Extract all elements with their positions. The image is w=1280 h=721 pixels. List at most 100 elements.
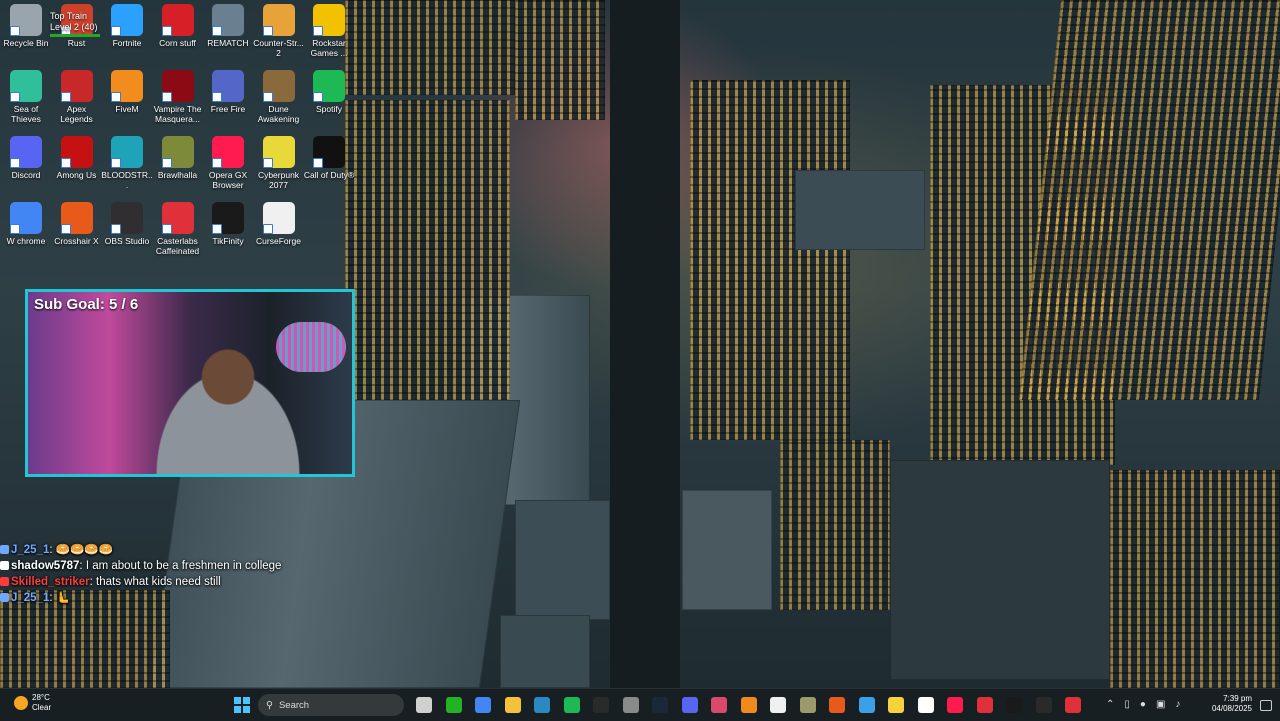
- desktop-icon-fivem[interactable]: FiveM: [101, 70, 153, 114]
- xbox-gamebar-icon[interactable]: [1035, 697, 1052, 713]
- desktop-icon-cyberpunk[interactable]: Cyberpunk 2077: [253, 136, 305, 190]
- battery-icon[interactable]: ▯: [1124, 699, 1130, 710]
- fivem-icon: [111, 70, 143, 102]
- desktop-icon-among-us[interactable]: Among Us: [51, 136, 103, 180]
- desktop-icon-apex[interactable]: Apex Legends: [51, 70, 103, 124]
- desktop-icon-spotify[interactable]: Spotify: [303, 70, 355, 114]
- chat-badge-icon: [0, 545, 9, 554]
- notification-icon[interactable]: [1260, 700, 1272, 711]
- desktop-icon-recycle-bin[interactable]: Recycle Bin: [0, 4, 52, 48]
- desktop-icon-rockstar[interactable]: Rockstar Games ...: [303, 4, 355, 58]
- desktop-icon-label: Cyberpunk 2077: [257, 170, 300, 190]
- desktop-icon-call-of-duty[interactable]: Call of Duty®: [303, 136, 355, 180]
- microphone-icon[interactable]: ●: [1140, 699, 1146, 710]
- volume-icon[interactable]: ♪: [1175, 699, 1180, 710]
- desktop-icon-chrome[interactable]: W chrome: [0, 202, 52, 246]
- desktop-icon-casterlabs[interactable]: Casterlabs Caffeinated: [152, 202, 204, 256]
- weather-description: Clear: [32, 703, 52, 712]
- desktop-icon-rematch[interactable]: REMATCH: [202, 4, 254, 48]
- casterlabs-caffeinated-taskbar-icon[interactable]: [1065, 697, 1081, 713]
- desktop-icon-label: Crosshair X: [54, 236, 99, 246]
- discord-taskbar-icon[interactable]: [681, 697, 698, 713]
- desktop-icon-label: Casterlabs Caffeinated: [155, 236, 200, 256]
- tikfinity-taskbar-icon[interactable]: [1006, 697, 1022, 713]
- chat-message: J_25_1: 🥯🥯🥯🥯: [0, 542, 281, 558]
- obs-taskbar-icon[interactable]: [917, 697, 934, 713]
- desktop-icon-opera-gx[interactable]: Opera GX Browser: [202, 136, 254, 190]
- desktop-icon-label: BLOODSTR...: [101, 170, 153, 190]
- desktop-icon-label: Rust: [67, 38, 86, 48]
- vlc-icon[interactable]: [740, 697, 757, 713]
- vampire-icon: [161, 70, 194, 102]
- photos-icon[interactable]: [858, 697, 875, 713]
- chat-separator: :: [49, 544, 53, 556]
- taskbar-search[interactable]: ⚲ Search: [258, 694, 404, 716]
- steam-icon[interactable]: [652, 697, 668, 713]
- corn-stuff-icon: [161, 4, 194, 36]
- obs-studio-icon: [111, 202, 143, 234]
- desktop-icon-label: Fortnite: [112, 38, 142, 48]
- chrome-icon: [10, 202, 42, 234]
- desktop-icon-label: Opera GX Browser: [208, 170, 248, 190]
- spotify-icon: [313, 70, 345, 102]
- desktop-icon-counter-strike[interactable]: Counter-Str... 2: [253, 4, 305, 58]
- casterlabs-taskbar-icon[interactable]: [976, 697, 993, 713]
- opera-gx-taskbar-icon[interactable]: [947, 697, 963, 713]
- chat-message: shadow5787: I am about to be a freshmen …: [0, 558, 281, 574]
- chrome-taskbar-icon[interactable]: [475, 697, 491, 713]
- desktop-icon-label: CurseForge: [256, 236, 301, 246]
- chevron-up-icon[interactable]: ⌃: [1106, 699, 1114, 710]
- network-icon[interactable]: ▣: [1156, 699, 1165, 710]
- start-button[interactable]: [234, 697, 250, 713]
- desktop-icon-label: TikFinity: [212, 236, 244, 246]
- desktop-icon-dune[interactable]: Dune Awakening: [253, 70, 305, 124]
- top-train-title: Top Train: [50, 11, 88, 21]
- desktop-icon-curseforge[interactable]: CurseForge: [253, 202, 305, 246]
- desktop-icon-fortnite[interactable]: Fortnite: [101, 4, 153, 48]
- desktop-icon-obs-studio[interactable]: OBS Studio: [101, 202, 153, 246]
- desktop-icon-vampire[interactable]: Vampire The Masquera...: [152, 70, 204, 124]
- search-placeholder: Search: [278, 699, 310, 711]
- settings-icon[interactable]: [799, 697, 816, 713]
- search-icon: ⚲: [266, 699, 273, 711]
- epic-games-icon[interactable]: [593, 697, 609, 713]
- desktop-icon-tikfinity[interactable]: TikFinity: [202, 202, 254, 246]
- sticky-notes-icon[interactable]: [888, 697, 904, 713]
- task-view-icon[interactable]: [416, 697, 432, 713]
- desktop-icon-label: Brawlhalla: [157, 170, 198, 180]
- desktop-icon-label: Dune Awakening: [257, 104, 300, 124]
- desktop-icon-discord[interactable]: Discord: [0, 136, 52, 180]
- ubisoft-icon[interactable]: [622, 697, 639, 713]
- among-us-icon: [60, 136, 93, 168]
- chat-separator: :: [89, 576, 93, 588]
- desktop-icon-label: W chrome: [6, 236, 46, 246]
- desktop-icon-label: Discord: [11, 170, 41, 180]
- bloodstrike-icon: [111, 136, 143, 168]
- desktop-icon-label: OBS Studio: [104, 236, 150, 246]
- desktop-icon-label: Spotify: [316, 104, 342, 114]
- sea-of-thieves-icon: [10, 70, 42, 102]
- tikfinity-icon: [212, 202, 244, 234]
- desktop-icon-free-fire[interactable]: Free Fire: [202, 70, 254, 114]
- visual-studio-icon[interactable]: [534, 697, 550, 713]
- desktop-icon-bloodstrike[interactable]: BLOODSTR...: [101, 136, 153, 190]
- taskbar-clock[interactable]: 7:39 pm 04/08/2025: [1204, 694, 1252, 714]
- spotify-taskbar-icon[interactable]: [563, 697, 580, 713]
- desktop-icon-label: Counter-Str... 2: [253, 38, 304, 58]
- desktop-icon-corn-stuff[interactable]: Corn stuff: [152, 4, 204, 48]
- crosshair-taskbar-icon[interactable]: [829, 697, 845, 713]
- chat-separator: :: [49, 592, 53, 604]
- dune-icon: [262, 70, 295, 102]
- curseforge-taskbar-icon[interactable]: [770, 697, 786, 713]
- weather-widget[interactable]: 28°C Clear: [14, 693, 51, 713]
- desktop-icon-sea-of-thieves[interactable]: Sea of Thieves: [0, 70, 52, 124]
- desktop-icon-crosshair-x[interactable]: Crosshair X: [51, 202, 103, 246]
- desktop-icon-label: Recycle Bin: [3, 38, 49, 48]
- file-explorer-icon[interactable]: [504, 697, 521, 713]
- desktop-icon-brawlhalla[interactable]: Brawlhalla: [152, 136, 204, 180]
- chat-text: 🫷: [55, 592, 71, 604]
- desktop-icon-label: Rockstar Games ...: [310, 38, 348, 58]
- brawlhalla-icon: [161, 136, 194, 168]
- xbox-icon[interactable]: [445, 697, 462, 713]
- media-app-icon[interactable]: [711, 697, 727, 713]
